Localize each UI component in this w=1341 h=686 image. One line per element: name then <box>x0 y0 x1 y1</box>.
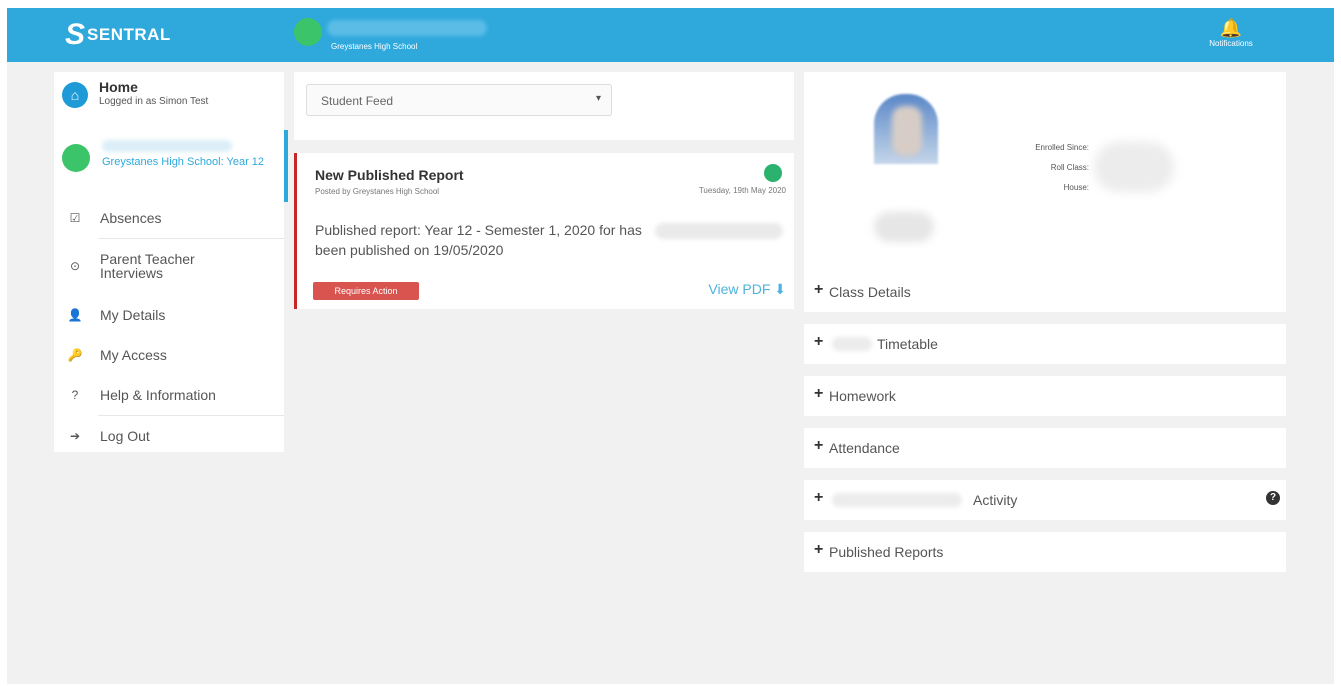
student-avatar <box>62 144 90 172</box>
redacted-name <box>832 493 962 507</box>
section-label: Activity <box>973 492 1018 508</box>
redacted-profile-values <box>1094 142 1174 192</box>
clock-icon: ⊙ <box>69 259 81 273</box>
section-homework[interactable]: + Homework <box>804 376 1286 416</box>
student-school-year: Greystanes High School: Year 12 <box>102 156 265 168</box>
card-body: Published report: Year 12 - Semester 1, … <box>315 222 642 258</box>
roll-class-label: Roll Class: <box>1050 163 1089 172</box>
section-label: Attendance <box>829 440 900 456</box>
section-label: Class Details <box>829 284 911 300</box>
logout-icon: ➔ <box>69 429 81 443</box>
notifications-button[interactable]: 🔔 Notifications <box>1203 18 1259 48</box>
sidebar-item-parent-teacher-interviews[interactable]: ⊙ Parent Teacher Interviews <box>54 242 284 290</box>
checkbox-icon: ☑ <box>69 211 81 225</box>
plus-icon: + <box>814 541 824 558</box>
student-photo-face <box>892 106 922 156</box>
student-profile-panel: Enrolled Since: Roll Class: House: <box>804 72 1286 276</box>
sidebar-item-my-details[interactable]: 👤 My Details <box>54 295 284 335</box>
view-pdf-link[interactable]: View PDF ⬇ <box>708 281 786 298</box>
sidebar-item-absences[interactable]: ☑ Absences <box>54 198 284 238</box>
active-indicator <box>284 130 288 202</box>
plus-icon: + <box>814 333 824 350</box>
section-published-reports[interactable]: + Published Reports <box>804 532 1286 572</box>
top-navbar: S SENTRAL Greystanes High School 🔔 Notif… <box>7 8 1334 62</box>
card-posted-by: Posted by Greystanes High School <box>315 187 440 196</box>
plus-icon: + <box>814 489 824 506</box>
key-icon: 🔑 <box>67 348 83 362</box>
plus-icon: + <box>814 437 824 454</box>
sidebar-item-label: My Details <box>100 307 166 323</box>
redacted-student-name <box>102 140 232 152</box>
requires-action-badge: Requires Action <box>313 282 419 300</box>
card-date: Tuesday, 19th May 2020 <box>698 186 786 195</box>
section-activity[interactable]: + Activity ? <box>804 480 1286 520</box>
logo-mark: S <box>65 18 86 51</box>
redacted-student-name <box>655 223 783 239</box>
school-avatar[interactable] <box>294 18 322 46</box>
notifications-label: Notifications <box>1209 39 1253 48</box>
redacted-student-name <box>874 212 934 242</box>
section-label: Homework <box>829 388 896 404</box>
sidebar-item-log-out[interactable]: ➔ Log Out <box>54 416 284 456</box>
app-frame: S SENTRAL Greystanes High School 🔔 Notif… <box>7 8 1334 684</box>
section-label: Timetable <box>877 336 938 352</box>
home-icon: ⌂ <box>62 82 88 108</box>
published-report-card: New Published Report Posted by Greystane… <box>294 153 794 309</box>
school-name: Greystanes High School <box>331 42 418 51</box>
sidebar-item-label: Help & Information <box>100 387 216 403</box>
sidebar-item-student[interactable]: Greystanes High School: Year 12 <box>54 124 288 202</box>
card-title: New Published Report <box>315 167 464 183</box>
bell-icon: 🔔 <box>1219 18 1243 38</box>
logged-in-as: Logged in as Simon Test <box>99 96 209 107</box>
chevron-down-icon: ▾ <box>595 93 601 104</box>
enrolled-since-label: Enrolled Since: <box>1035 143 1089 152</box>
redacted-school-banner <box>327 20 487 36</box>
feed-filter-panel: Student Feed ▾ <box>294 72 794 140</box>
sidebar: ⌂ Home Logged in as Simon Test Greystane… <box>54 72 288 452</box>
feed-select-value: Student Feed <box>321 94 394 108</box>
plus-icon: + <box>814 385 824 402</box>
sentral-logo[interactable]: S SENTRAL <box>65 18 171 51</box>
sidebar-item-label: Absences <box>100 210 162 226</box>
section-timetable[interactable]: + Timetable <box>804 324 1286 364</box>
section-label: Published Reports <box>829 544 944 560</box>
sidebar-item-label: Parent Teacher Interviews <box>100 251 195 281</box>
question-icon: ? <box>71 388 79 402</box>
sidebar-item-label: My Access <box>100 347 167 363</box>
redacted-name <box>832 337 872 351</box>
profile-meta-labels: Enrolled Since: Roll Class: House: <box>999 138 1089 198</box>
sidebar-item-help[interactable]: ? Help & Information <box>54 375 284 415</box>
section-attendance[interactable]: + Attendance <box>804 428 1286 468</box>
school-badge-icon <box>764 164 782 182</box>
feed-select[interactable]: Student Feed ▾ <box>306 84 612 116</box>
sidebar-item-home[interactable]: ⌂ Home Logged in as Simon Test <box>54 72 284 122</box>
sidebar-item-my-access[interactable]: 🔑 My Access <box>54 335 284 375</box>
user-icon: 👤 <box>67 308 83 322</box>
house-label: House: <box>1063 183 1089 192</box>
plus-icon: + <box>814 281 824 298</box>
logo-text: SENTRAL <box>87 25 171 44</box>
section-class-details[interactable]: + Class Details <box>804 272 1286 312</box>
home-title: Home <box>99 79 138 95</box>
help-icon[interactable]: ? <box>1266 491 1280 505</box>
sidebar-item-label: Log Out <box>100 428 150 444</box>
divider <box>98 238 284 239</box>
